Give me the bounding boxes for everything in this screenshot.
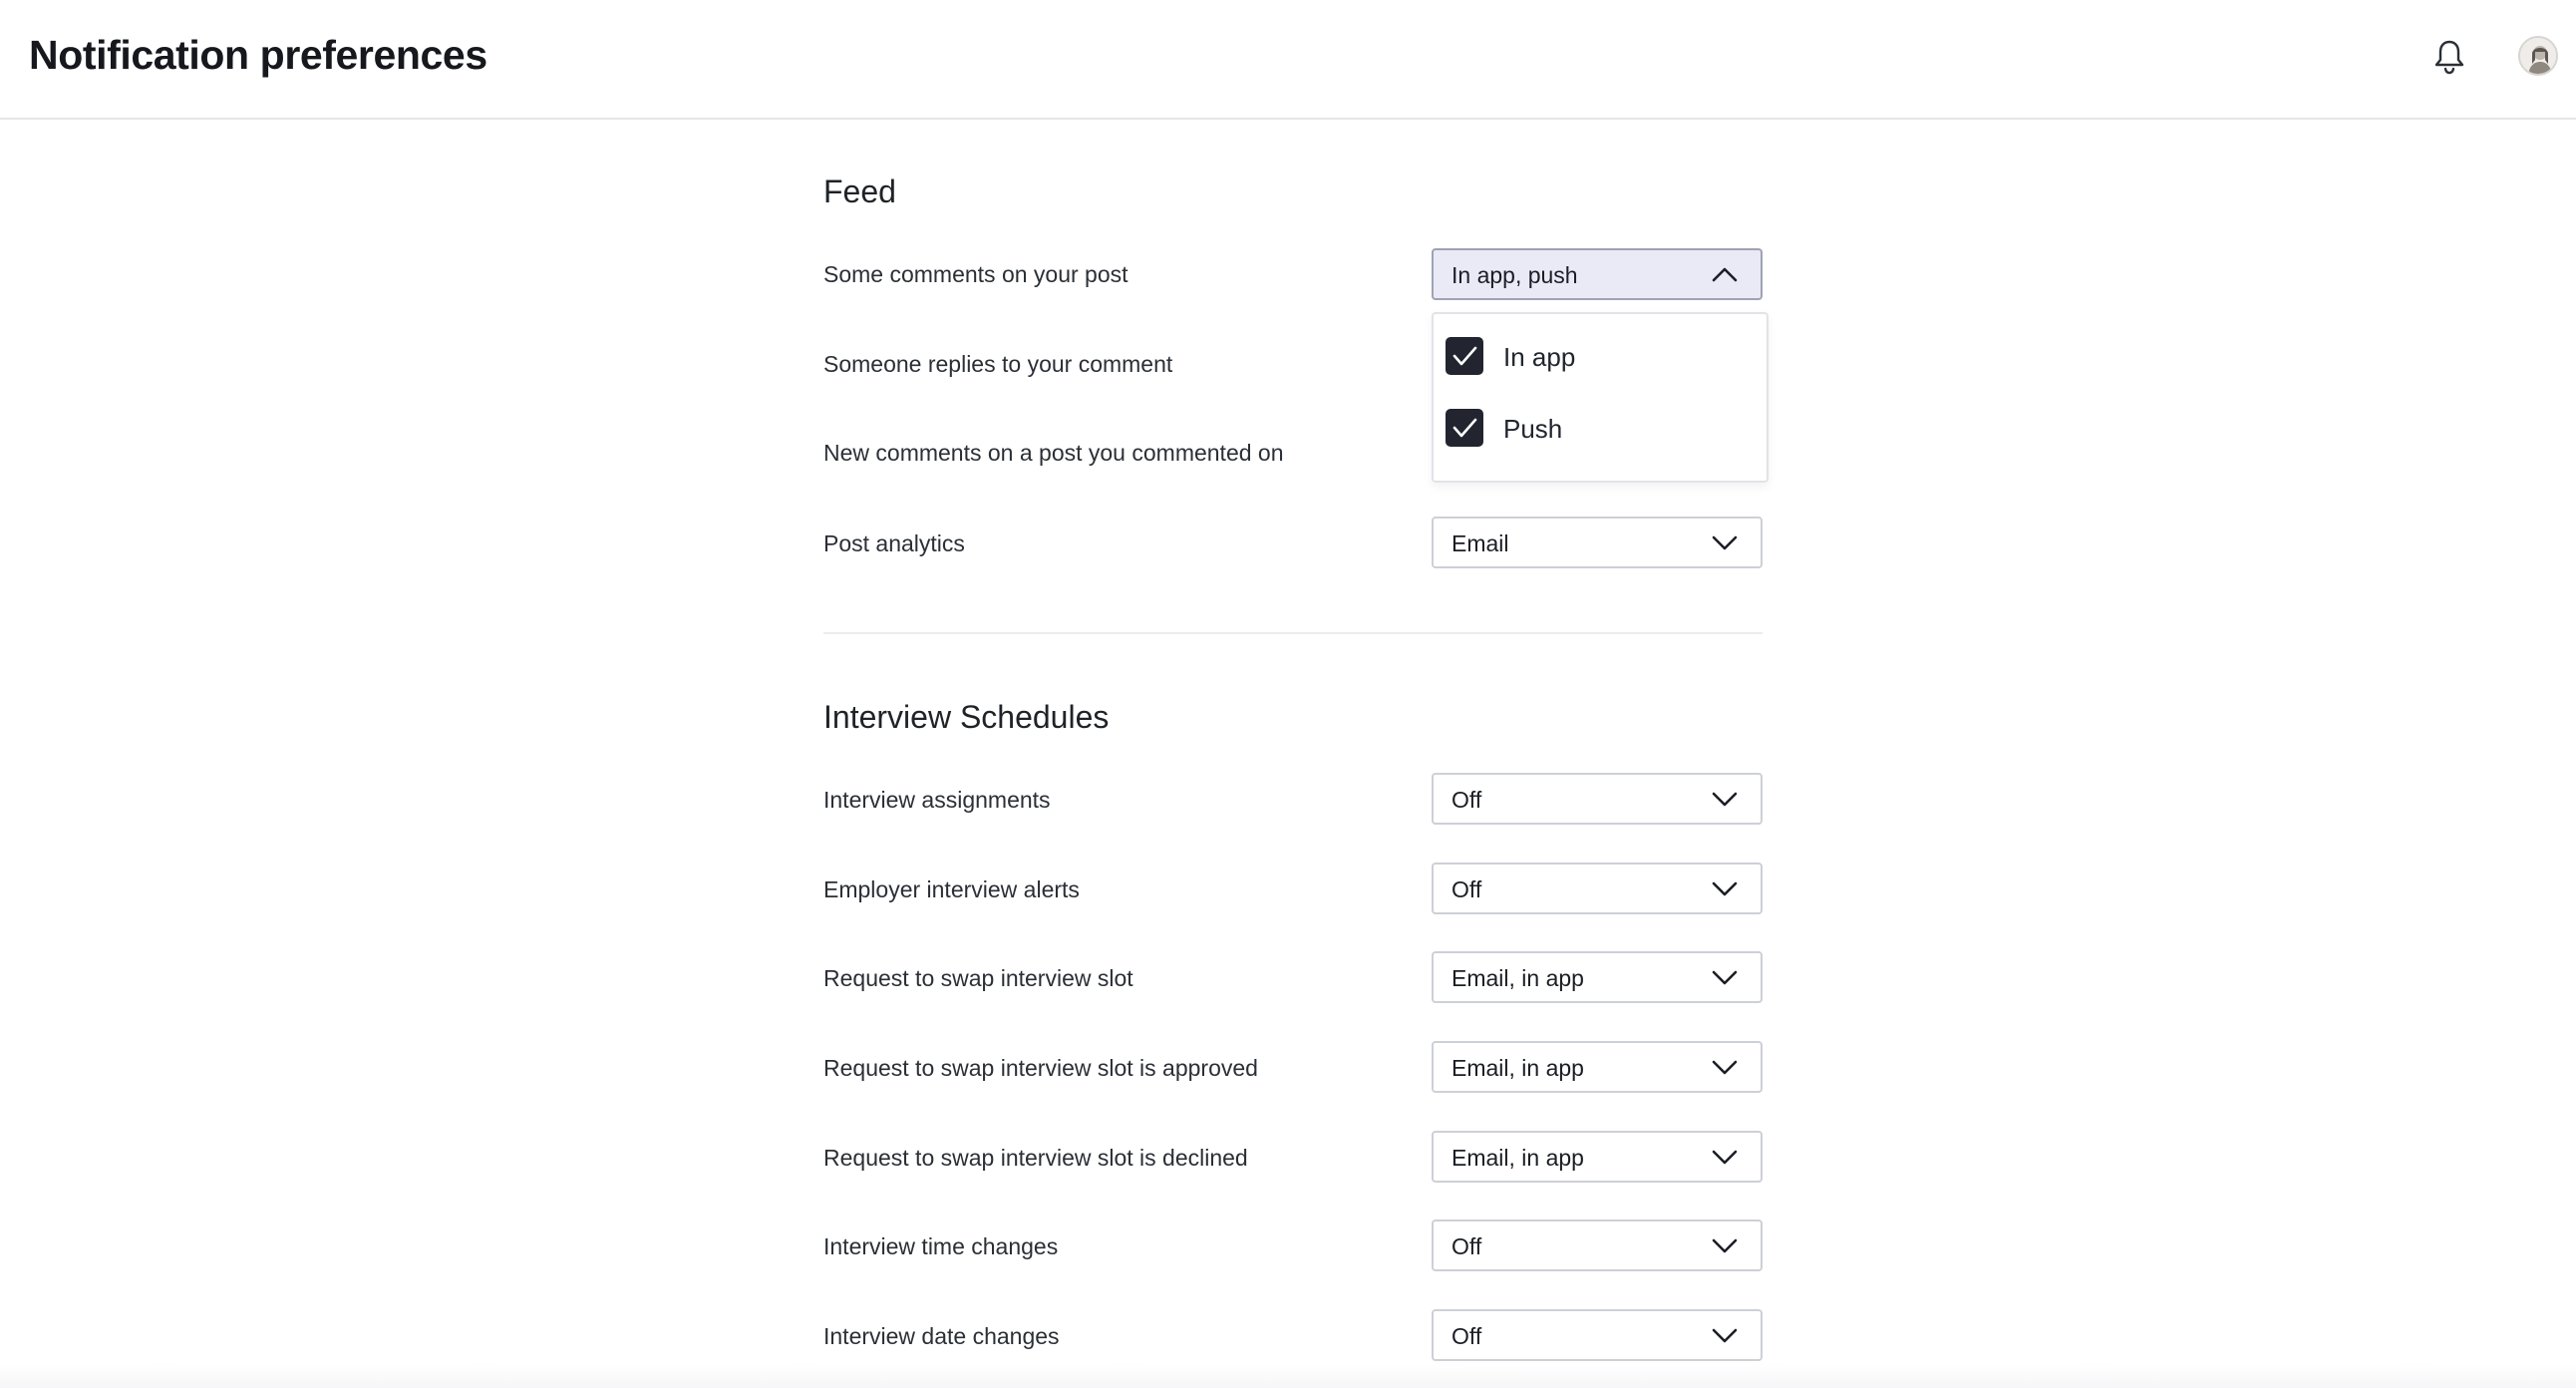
row-label-replies-to-comment: Someone replies to your comment — [823, 351, 1173, 377]
select-value: In app, push — [1451, 262, 1578, 288]
select-value: Email, in app — [1451, 1145, 1584, 1171]
select-value: Off — [1451, 787, 1482, 813]
option-label: In app — [1503, 342, 1576, 372]
section-title-interview-schedules: Interview Schedules — [823, 699, 1110, 735]
checkbox-push[interactable] — [1446, 409, 1483, 447]
chevron-down-icon — [1712, 535, 1738, 550]
select-value: Email, in app — [1451, 1055, 1584, 1081]
select-interview-assignments[interactable]: Off — [1432, 773, 1763, 825]
top-header: Notification preferences — [0, 0, 2576, 120]
select-interview-date-changes[interactable]: Off — [1432, 1309, 1763, 1361]
select-swap-slot-approved[interactable]: Email, in app — [1432, 1041, 1763, 1093]
bottom-scroll-fade — [0, 1364, 2576, 1388]
select-comments-on-post[interactable]: In app, push — [1432, 248, 1763, 300]
select-value: Off — [1451, 1323, 1482, 1349]
bell-icon[interactable] — [2432, 38, 2466, 76]
checkbox-in-app[interactable] — [1446, 337, 1483, 375]
chevron-down-icon — [1712, 881, 1738, 896]
option-in-app[interactable]: In app — [1446, 334, 1745, 376]
row-label-interview-time-changes: Interview time changes — [823, 1233, 1059, 1259]
checkmark-icon — [1452, 346, 1477, 366]
row-label-employer-interview-alerts: Employer interview alerts — [823, 876, 1080, 902]
row-label-swap-slot-approved: Request to swap interview slot is approv… — [823, 1055, 1258, 1081]
option-label: Push — [1503, 414, 1563, 444]
row-label-swap-slot-request: Request to swap interview slot — [823, 965, 1133, 991]
checkmark-icon — [1452, 418, 1477, 438]
select-value: Email, in app — [1451, 965, 1584, 991]
select-swap-slot-request[interactable]: Email, in app — [1432, 951, 1763, 1003]
row-label-comments-on-post: Some comments on your post — [823, 261, 1128, 287]
page-title: Notification preferences — [29, 32, 487, 78]
option-push[interactable]: Push — [1446, 406, 1745, 448]
row-label-interview-assignments: Interview assignments — [823, 787, 1051, 813]
select-value: Off — [1451, 1233, 1482, 1259]
avatar-image — [2520, 38, 2556, 74]
select-employer-interview-alerts[interactable]: Off — [1432, 863, 1763, 914]
row-label-new-comments-commented-post: New comments on a post you commented on — [823, 440, 1284, 466]
select-value: Off — [1451, 876, 1482, 902]
select-swap-slot-declined[interactable]: Email, in app — [1432, 1131, 1763, 1183]
chevron-down-icon — [1712, 1150, 1738, 1165]
chevron-down-icon — [1712, 1328, 1738, 1343]
chevron-down-icon — [1712, 970, 1738, 985]
select-value: Email — [1451, 530, 1509, 556]
section-divider — [823, 632, 1763, 634]
row-label-post-analytics: Post analytics — [823, 530, 965, 556]
row-label-interview-date-changes: Interview date changes — [823, 1323, 1060, 1349]
select-interview-time-changes[interactable]: Off — [1432, 1219, 1763, 1271]
section-title-feed: Feed — [823, 174, 896, 209]
chevron-down-icon — [1712, 792, 1738, 807]
chevron-up-icon — [1712, 267, 1738, 282]
dropdown-options-panel: In app Push — [1432, 312, 1769, 483]
chevron-down-icon — [1712, 1060, 1738, 1075]
user-avatar[interactable] — [2518, 36, 2558, 76]
chevron-down-icon — [1712, 1238, 1738, 1253]
select-post-analytics[interactable]: Email — [1432, 517, 1763, 568]
row-label-swap-slot-declined: Request to swap interview slot is declin… — [823, 1145, 1248, 1171]
